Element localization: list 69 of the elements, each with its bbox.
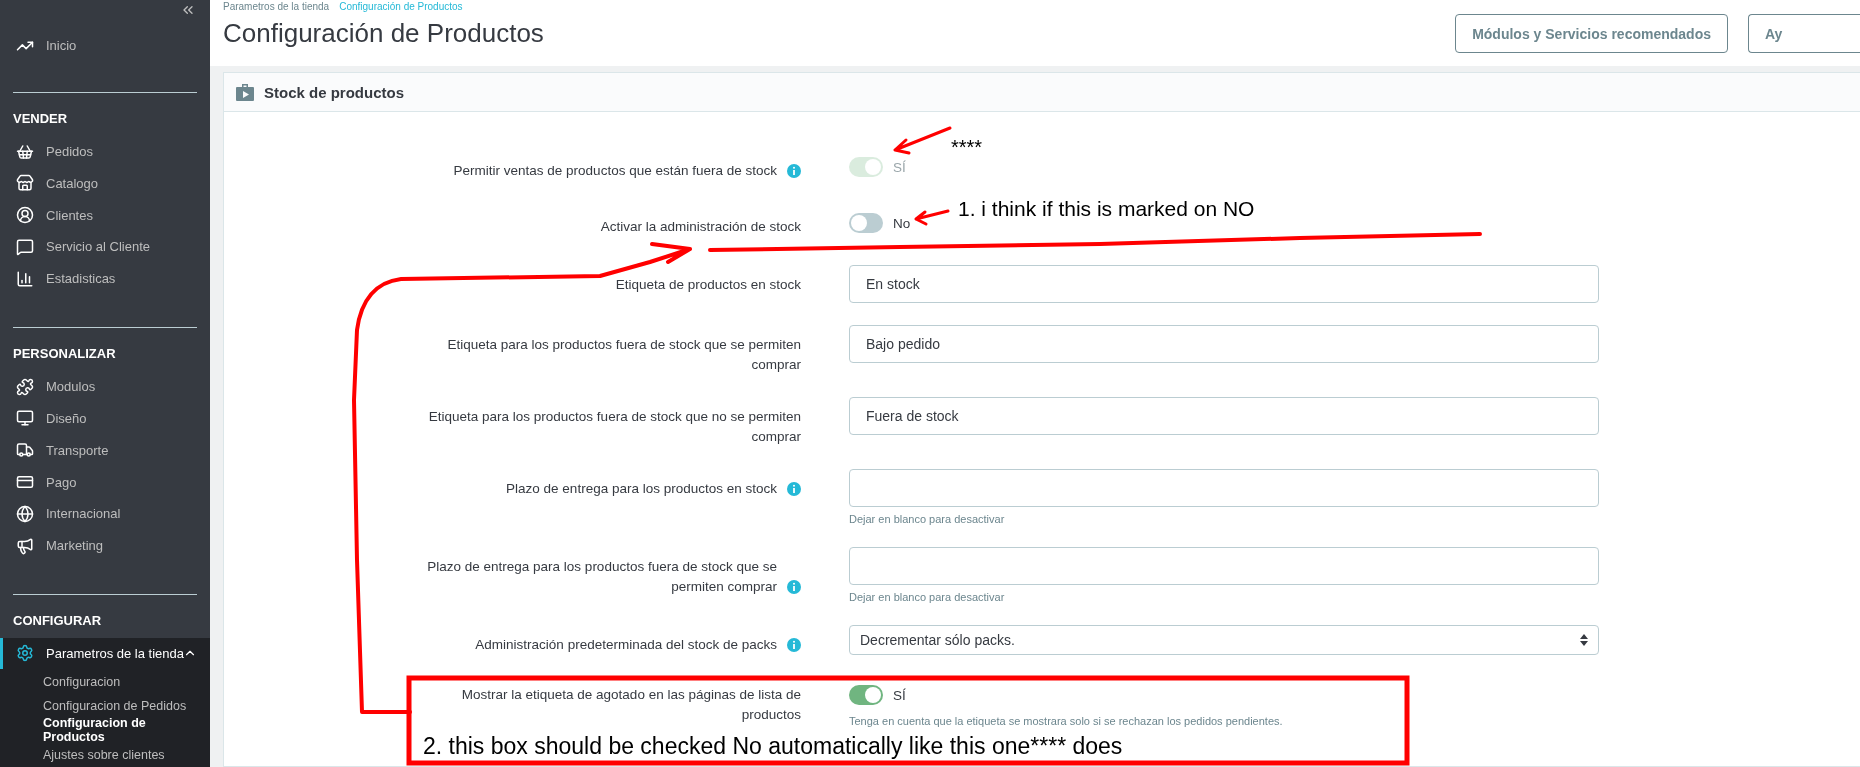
annotation-note: 2. this box should be checked No automatically like this one**** does: [423, 733, 1123, 759]
toggle-value: No: [893, 215, 911, 231]
sidebar-item[interactable]: Servicio al Cliente: [0, 231, 210, 263]
sidebar-subitem[interactable]: Configuracion: [0, 669, 210, 694]
page-title: Configuración de Productos: [223, 18, 545, 49]
sidebar-heading: CONFIGURAR: [12, 611, 103, 630]
text-field[interactable]: En stock: [849, 265, 1599, 303]
sidebar-subitem[interactable]: Configuracion de Productos: [0, 718, 210, 743]
sidebar-item[interactable]: Pedidos: [0, 135, 210, 168]
briefcase-icon: [236, 83, 254, 101]
annotation-note: 1. i think if this is marked on NO: [958, 197, 1255, 220]
settings-icon: [16, 644, 34, 663]
field-label: Plazo de entrega para los productos fuera de stock que se permiten comprar: [426, 558, 777, 596]
annotation-mark: ****: [951, 136, 983, 158]
sidebar-item[interactable]: Modulos: [0, 370, 210, 403]
globe-icon: [16, 504, 34, 523]
text-field[interactable]: [849, 547, 1599, 585]
field-label: Etiqueta para los productos fuera de stock que no se permiten comprar: [427, 408, 801, 446]
field-label: Permitir ventas de productos que están fuera de stock: [453, 162, 777, 180]
truck-icon: [16, 441, 34, 460]
info-icon[interactable]: [787, 482, 801, 496]
sidebar-heading: VENDER: [12, 109, 69, 128]
header-button[interactable]: Ay: [1748, 14, 1860, 53]
breadcrumb-text: Parametros de la tienda: [223, 0, 330, 12]
sidebar-item[interactable]: Transporte: [0, 434, 210, 467]
field-hint: Dejar en blanco para desactivar: [849, 513, 1006, 525]
user-icon: [16, 206, 34, 225]
field-label: Etiqueta para los productos fuera de stock que se permiten comprar: [446, 336, 801, 374]
text-field[interactable]: Bajo pedido: [849, 325, 1599, 363]
megaphone-icon: [16, 536, 34, 555]
field-label: Etiqueta de productos en stock: [615, 276, 801, 294]
field-label: Activar la administración de stock: [600, 218, 801, 236]
card-title: Stock de productos: [264, 83, 405, 101]
sidebar-item[interactable]: Diseño: [0, 402, 210, 435]
puzzle-icon: [16, 377, 34, 396]
store-icon: [16, 174, 34, 193]
field-label: Administración predeterminada del stock de packs: [475, 636, 777, 654]
chat-icon: [16, 238, 34, 256]
sidebar-item[interactable]: Clientes: [0, 199, 210, 232]
info-icon[interactable]: [787, 580, 801, 594]
monitor-icon: [16, 409, 34, 428]
text-field[interactable]: Fuera de stock: [849, 397, 1599, 435]
sidebar-subitem[interactable]: Ajustes sobre clientes: [0, 742, 210, 767]
sort-icon: [1580, 634, 1588, 646]
sidebar-heading: PERSONALIZAR: [12, 344, 117, 363]
toggle-switch[interactable]: [849, 213, 883, 233]
header-button[interactable]: Módulos y Servicios recomendados: [1455, 14, 1728, 53]
annotation-arrow: [914, 209, 950, 226]
sidebar-item[interactable]: Parametros de la tienda: [0, 637, 210, 670]
sidebar-item[interactable]: Catalogo: [0, 167, 210, 200]
sidebar-item[interactable]: Inicio: [0, 29, 210, 62]
field-hint: Dejar en blanco para desactivar: [849, 591, 1006, 603]
field-hint: Tenga en cuenta que la etiqueta se mostrara solo si se rechazan los pedidos pendientes.: [849, 715, 1284, 727]
select-field[interactable]: Decrementar sólo packs.: [849, 625, 1599, 655]
field-label: Mostrar la etiqueta de agotado en las páginas de lista de productos: [460, 686, 801, 724]
toggle-value: SÍ: [893, 159, 906, 175]
info-icon[interactable]: [787, 638, 801, 652]
sidebar-item[interactable]: Estadisticas: [0, 262, 210, 295]
sidebar-subitem[interactable]: Configuracion de Pedidos: [0, 693, 210, 719]
chart-icon: [16, 269, 34, 288]
toggle-switch[interactable]: [849, 685, 883, 705]
toggle-value: SÍ: [893, 687, 906, 703]
annotation-arrow: [893, 126, 952, 155]
sidebar-item[interactable]: Pago: [0, 466, 210, 498]
field-label: Plazo de entrega para los productos en stock: [506, 480, 777, 498]
sidebar-item[interactable]: Marketing: [0, 529, 210, 562]
text-field[interactable]: [849, 469, 1599, 507]
sidebar-item[interactable]: Internacional: [0, 497, 210, 530]
basket-icon: [16, 142, 34, 161]
